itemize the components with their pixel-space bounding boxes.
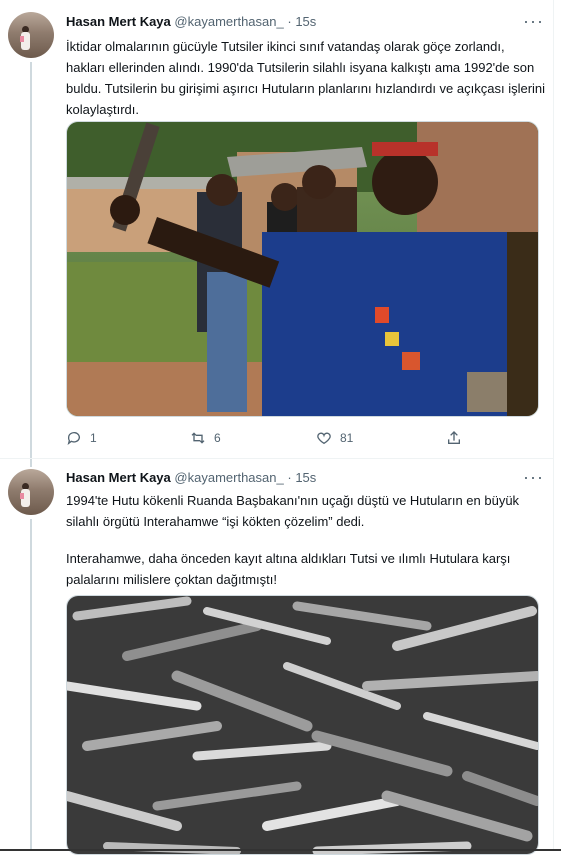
- tweet-2[interactable]: Hasan Mert Kaya @kayamerthasan_ · 15s ··…: [0, 459, 553, 855]
- like-count: 81: [340, 431, 354, 445]
- tweet-paragraph: İktidar olmalarının gücüyle Tutsiler iki…: [66, 39, 546, 117]
- like-button[interactable]: 81: [316, 428, 353, 448]
- tweet-header: Hasan Mert Kaya @kayamerthasan_ · 15s: [66, 469, 316, 487]
- separator-dot: ·: [287, 14, 292, 29]
- tweet-paragraph: Interahamwe, daha önceden kayıt altına a…: [66, 551, 511, 587]
- thread-connector-line: [30, 519, 32, 851]
- share-button[interactable]: [446, 428, 462, 448]
- tweet-text: İktidar olmalarının gücüyle Tutsiler iki…: [66, 36, 546, 120]
- armed-men-photo-icon: [67, 122, 538, 416]
- thread-connector-line-top: [30, 459, 32, 467]
- share-icon: [448, 431, 460, 444]
- tweet-timestamp[interactable]: 15s: [295, 14, 316, 29]
- tweet-image-machetes[interactable]: [66, 595, 539, 855]
- reply-count: 1: [90, 431, 97, 445]
- tweet-1[interactable]: Hasan Mert Kaya @kayamerthasan_ · 15s ··…: [0, 0, 553, 458]
- tweet-paragraph: 1994'te Hutu kökenli Ruanda Başbakanı'nı…: [66, 493, 520, 529]
- more-options-icon[interactable]: ···: [523, 12, 543, 32]
- thread-connector-line: [30, 62, 32, 458]
- avatar[interactable]: [8, 469, 54, 515]
- reply-icon: [67, 432, 80, 445]
- tweet-timestamp[interactable]: 15s: [295, 470, 316, 485]
- tweet-actions: 1 6 81: [66, 428, 486, 448]
- heart-icon: [317, 432, 331, 445]
- author-name[interactable]: Hasan Mert Kaya: [66, 470, 171, 485]
- author-handle[interactable]: @kayamerthasan_: [174, 14, 283, 29]
- tweet-image-armed-men[interactable]: [66, 121, 539, 417]
- retweet-count: 6: [214, 431, 221, 445]
- separator-dot: ·: [287, 470, 292, 485]
- reply-button[interactable]: 1: [66, 428, 97, 448]
- tweet-header: Hasan Mert Kaya @kayamerthasan_ · 15s: [66, 13, 316, 31]
- author-handle[interactable]: @kayamerthasan_: [174, 470, 283, 485]
- timeline-border: [553, 0, 554, 851]
- machetes-pile-photo-icon: [67, 596, 538, 854]
- retweet-icon: [191, 432, 205, 444]
- retweet-button[interactable]: 6: [190, 428, 221, 448]
- tweet-text: 1994'te Hutu kökenli Ruanda Başbakanı'nı…: [66, 490, 546, 590]
- author-name[interactable]: Hasan Mert Kaya: [66, 14, 171, 29]
- avatar[interactable]: [8, 12, 54, 58]
- more-options-icon[interactable]: ···: [523, 468, 543, 488]
